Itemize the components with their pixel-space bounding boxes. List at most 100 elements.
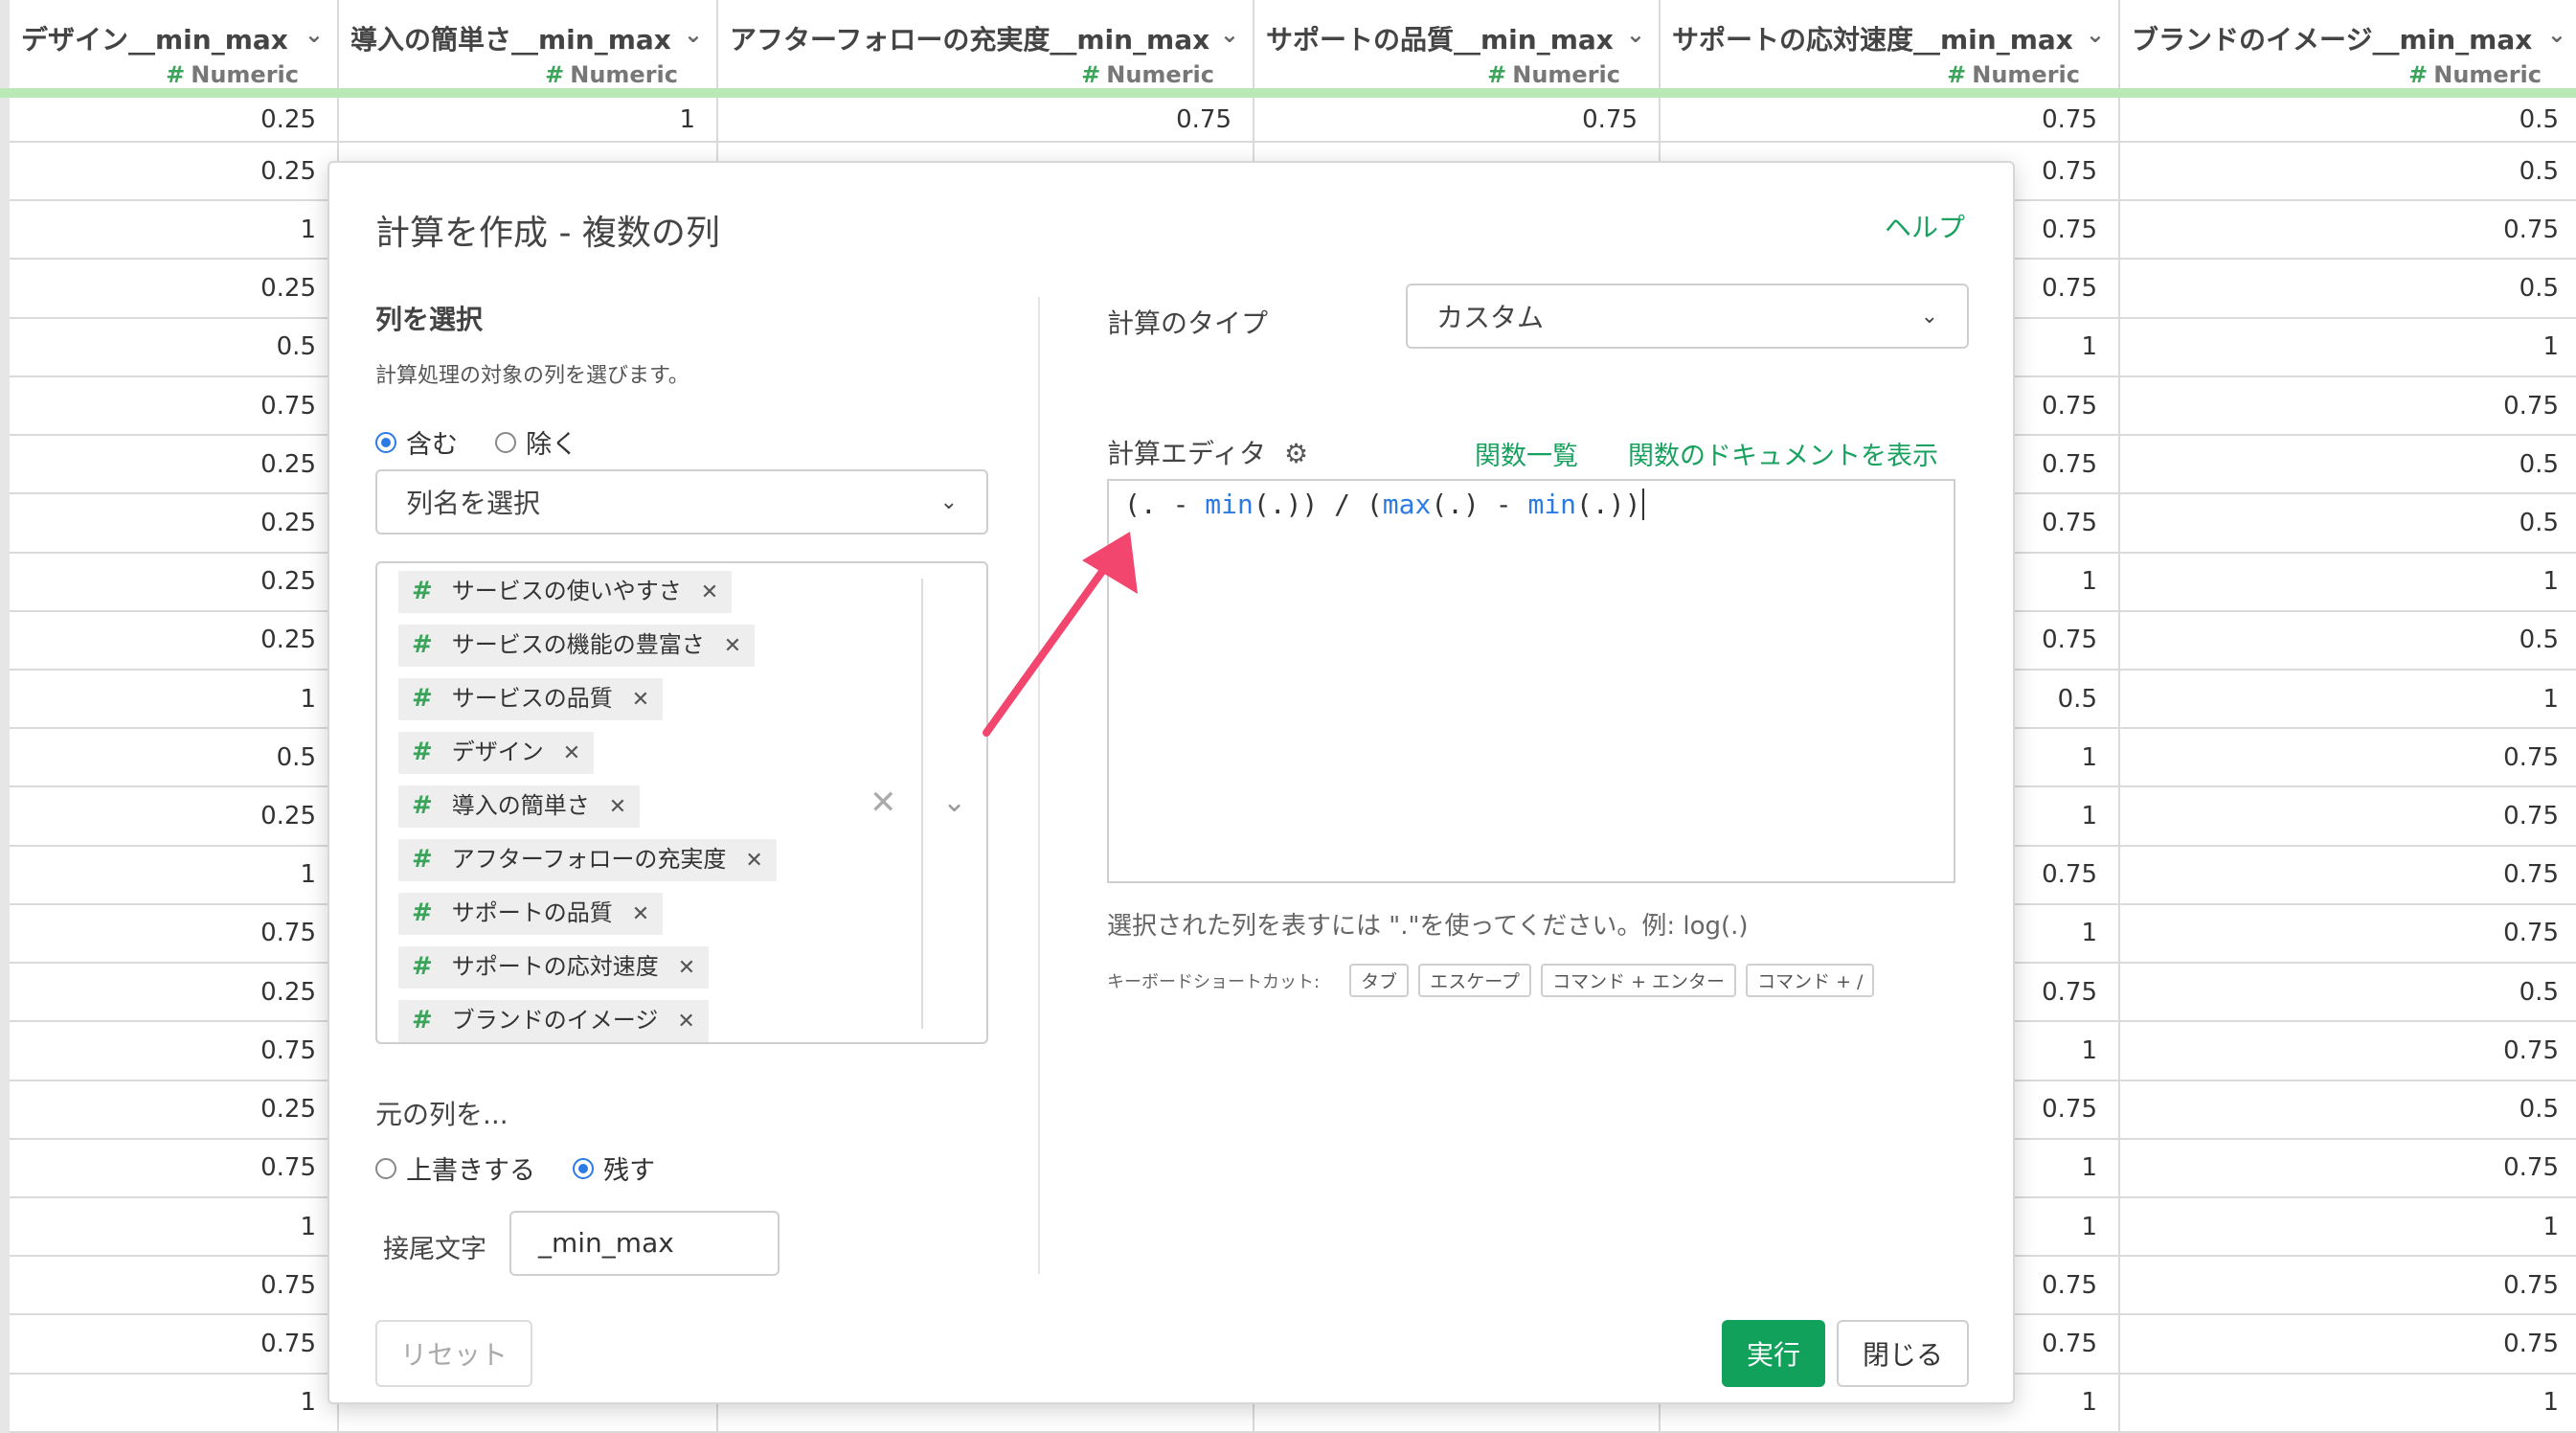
column-type: # Numeric <box>2132 61 2568 88</box>
column-type: # Numeric <box>21 61 326 88</box>
table-cell[interactable]: 0.5 <box>0 317 339 377</box>
table-cell[interactable]: 0.25 <box>0 435 339 495</box>
keep-radio[interactable] <box>573 1157 595 1179</box>
chevron-down-icon[interactable]: ⌄ <box>684 21 703 48</box>
table-cell[interactable]: 0.5 <box>2119 963 2576 1023</box>
table-cell[interactable]: 0.25 <box>0 259 339 319</box>
remove-tag-icon[interactable]: ✕ <box>632 902 649 926</box>
table-cell[interactable]: 1 <box>2119 552 2576 612</box>
table-cell[interactable]: 0.75 <box>0 903 339 965</box>
tag-label: 導入の簡単さ <box>451 792 590 819</box>
table-cell[interactable]: 0.75 <box>2119 728 2576 788</box>
remove-tag-icon[interactable]: ✕ <box>632 688 649 712</box>
table-cell[interactable]: 0.75 <box>0 1314 339 1375</box>
column-header[interactable]: アフターフォローの充実度__min_max ⌄ # Numeric <box>717 0 1254 98</box>
function-docs-link[interactable]: 関数のドキュメントを表示 <box>1628 435 1938 472</box>
table-cell[interactable]: 1 <box>0 669 339 730</box>
column-header-name: アフターフォローの充実度__min_max <box>730 24 1210 56</box>
suffix-input[interactable]: _min_max <box>509 1211 780 1276</box>
chevron-down-icon[interactable]: ⌄ <box>2086 21 2105 48</box>
table-cell[interactable]: 0.75 <box>2119 1021 2576 1081</box>
table-cell[interactable]: 0.75 <box>2119 1256 2576 1316</box>
table-cell[interactable]: 1 <box>0 845 339 905</box>
remove-tag-icon[interactable]: ✕ <box>678 956 695 980</box>
close-button[interactable]: 閉じる <box>1837 1320 1969 1387</box>
table-cell[interactable]: 0.5 <box>0 728 339 788</box>
table-cell[interactable]: 0.75 <box>0 375 339 437</box>
column-header[interactable]: サポートの応対速度__min_max ⌄ # Numeric <box>1660 0 2120 98</box>
formula-part: (. - <box>1124 489 1206 520</box>
table-cell[interactable]: 0.75 <box>2119 845 2576 905</box>
table-cell[interactable]: 0.75 <box>1254 93 1661 144</box>
table-cell[interactable]: 0.75 <box>2119 786 2576 847</box>
chevron-down-icon[interactable]: ⌄ <box>2547 21 2566 48</box>
selected-column-tag: # ブランドのイメージ ✕ <box>398 1000 709 1042</box>
table-cell[interactable]: 0.75 <box>0 1021 339 1081</box>
table-cell[interactable]: 0.25 <box>0 963 339 1023</box>
table-cell[interactable]: 0.25 <box>0 142 339 202</box>
chevron-down-icon[interactable]: ⌄ <box>942 785 966 819</box>
table-cell[interactable]: 0.25 <box>0 493 339 554</box>
table-cell[interactable]: 0.25 <box>0 786 339 847</box>
table-cell[interactable]: 0.75 <box>717 93 1254 144</box>
exclude-radio[interactable] <box>495 431 517 453</box>
chevron-down-icon[interactable]: ⌄ <box>305 21 324 48</box>
table-cell[interactable]: 1 <box>2119 669 2576 730</box>
table-cell[interactable]: 0.25 <box>0 552 339 612</box>
selected-columns-box[interactable]: # サービスの使いやすさ ✕ # サービスの機能の豊富さ ✕ # サービスの品質 ✕ # デザイン ✕… <box>375 561 988 1044</box>
table-cell[interactable]: 0.5 <box>2119 610 2576 671</box>
reset-button[interactable]: リセット <box>375 1320 532 1387</box>
column-type-label: Numeric <box>1972 61 2080 88</box>
table-cell[interactable]: 0.5 <box>2119 493 2576 554</box>
table-cell[interactable]: 0.5 <box>2119 435 2576 495</box>
table-cell[interactable]: 0.75 <box>2119 375 2576 437</box>
column-header[interactable]: ブランドのイメージ__min_max ⌄ # Numeric <box>2119 0 2576 98</box>
table-cell[interactable]: 1 <box>338 93 718 144</box>
run-button[interactable]: 実行 <box>1722 1320 1825 1387</box>
help-link[interactable]: ヘルプ <box>1885 207 1965 245</box>
functions-list-link[interactable]: 関数一覧 <box>1475 435 1578 472</box>
chevron-down-icon[interactable]: ⌄ <box>1626 21 1645 48</box>
table-cell[interactable]: 0.75 <box>0 1256 339 1316</box>
numeric-icon: # <box>412 630 433 659</box>
table-cell[interactable]: 0.75 <box>0 1138 339 1198</box>
table-cell[interactable]: 0.5 <box>2119 259 2576 319</box>
table-cell[interactable]: 1 <box>0 200 339 261</box>
calc-type-select[interactable]: カスタム ⌄ <box>1406 284 1969 349</box>
table-cell[interactable]: 0.25 <box>0 610 339 671</box>
formula-part: (.)) <box>1576 489 1641 520</box>
column-header[interactable]: デザイン__min_max ⌄ # Numeric <box>0 0 339 98</box>
table-cell[interactable]: 0.5 <box>2119 1080 2576 1140</box>
overwrite-radio[interactable] <box>375 1157 396 1179</box>
table-cell[interactable]: 1 <box>2119 317 2576 377</box>
remove-tag-icon[interactable]: ✕ <box>677 1010 694 1034</box>
chevron-down-icon[interactable]: ⌄ <box>1220 21 1239 48</box>
table-cell[interactable]: 1 <box>0 1196 339 1258</box>
table-cell[interactable]: 0.75 <box>2119 903 2576 965</box>
table-cell[interactable]: 0.25 <box>0 93 339 144</box>
remove-tag-icon[interactable]: ✕ <box>701 580 718 604</box>
include-radio[interactable] <box>375 431 396 453</box>
table-cell[interactable]: 0.75 <box>2119 200 2576 261</box>
gear-icon[interactable]: ⚙ <box>1284 438 1308 469</box>
table-cell[interactable]: 1 <box>0 1373 339 1433</box>
remove-tag-icon[interactable]: ✕ <box>609 795 626 819</box>
column-name-select[interactable]: 列名を選択 ⌄ <box>375 469 988 535</box>
clear-all-icon[interactable]: ✕ <box>870 784 897 822</box>
remove-tag-icon[interactable]: ✕ <box>745 849 762 873</box>
shortcut-key: タブ <box>1349 964 1410 997</box>
table-cell[interactable]: 0.75 <box>1660 93 2120 144</box>
table-cell[interactable]: 1 <box>2119 1196 2576 1258</box>
table-cell[interactable]: 0.75 <box>2119 1314 2576 1375</box>
column-header[interactable]: サポートの品質__min_max ⌄ # Numeric <box>1254 0 1661 98</box>
remove-tag-icon[interactable]: ✕ <box>724 634 741 658</box>
calc-editor[interactable]: (. - min(.)) / (max(.) - min(.)) <box>1107 479 1955 883</box>
table-cell[interactable]: 0.25 <box>0 1080 339 1140</box>
table-cell[interactable]: 0.5 <box>2119 93 2576 144</box>
tag-label: サポートの品質 <box>451 899 613 926</box>
remove-tag-icon[interactable]: ✕ <box>563 741 580 765</box>
table-cell[interactable]: 1 <box>2119 1373 2576 1433</box>
table-cell[interactable]: 0.5 <box>2119 142 2576 202</box>
table-cell[interactable]: 0.75 <box>2119 1138 2576 1198</box>
column-header[interactable]: 導入の簡単さ__min_max ⌄ # Numeric <box>338 0 718 98</box>
